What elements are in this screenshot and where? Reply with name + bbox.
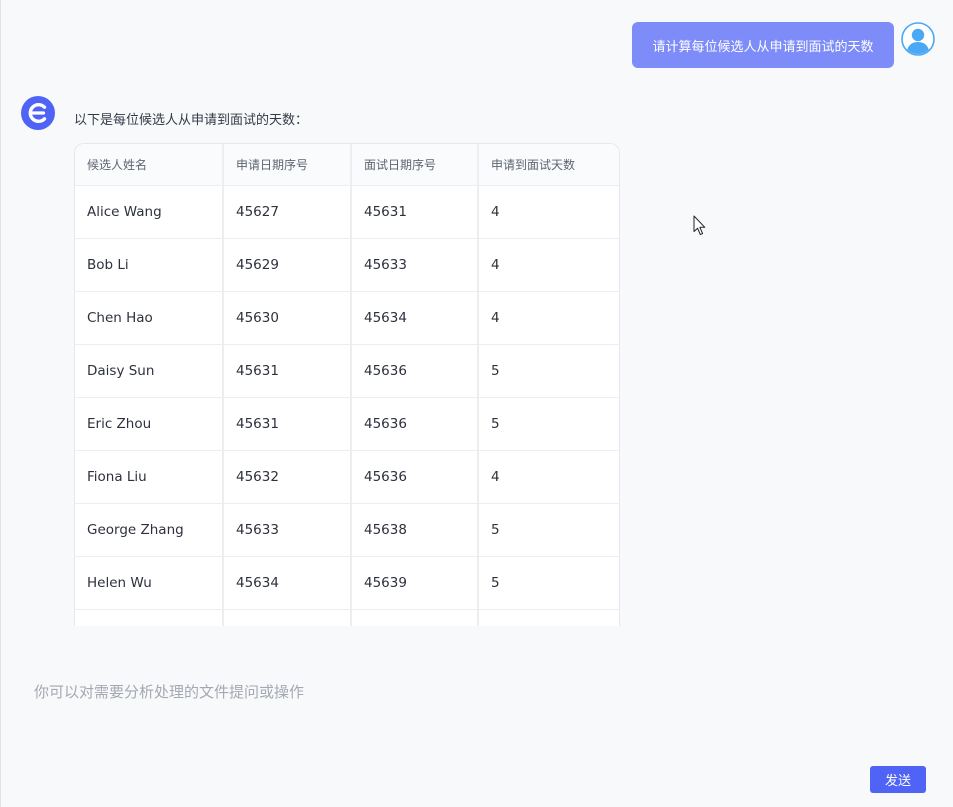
cell-application-date: 45627	[223, 185, 352, 239]
cell-days: 5	[478, 397, 619, 451]
cell-interview-date: 45636	[351, 450, 479, 504]
assistant-intro-text: 以下是每位候选人从申请到面试的天数：	[74, 113, 309, 128]
bot-logo-icon	[21, 96, 55, 130]
header-application-date: 申请日期序号	[223, 144, 352, 186]
cell-application-date: 45631	[223, 397, 352, 451]
cell-interview-date: 45636	[351, 344, 479, 398]
user-message-text: 请计算每位候选人从申请到面试的天数	[652, 39, 874, 55]
header-interview-date: 面试日期序号	[351, 144, 479, 186]
table-row	[75, 609, 619, 626]
cell-interview-date: 45638	[351, 503, 479, 557]
table-row: Chen Hao 45630 45634 4	[75, 291, 619, 345]
cell-application-date: 45632	[223, 450, 352, 504]
cell-application-date: 45629	[223, 238, 352, 292]
table-row: Helen Wu 45634 45639 5	[75, 556, 619, 610]
table-header-row: 候选人姓名 申请日期序号 面试日期序号 申请到面试天数	[75, 144, 619, 186]
cell-name: Fiona Liu	[75, 450, 224, 504]
cell-interview-date: 45631	[351, 185, 479, 239]
user-avatar-icon	[901, 22, 935, 56]
chat-input[interactable]	[34, 672, 914, 712]
cell-days: 4	[478, 291, 619, 345]
cell-application-date	[223, 609, 352, 626]
cell-name: Daisy Sun	[75, 344, 224, 398]
cell-name: Alice Wang	[75, 185, 224, 239]
cell-name: Chen Hao	[75, 291, 224, 345]
table-row: George Zhang 45633 45638 5	[75, 503, 619, 557]
table-row: Eric Zhou 45631 45636 5	[75, 397, 619, 451]
cell-application-date: 45633	[223, 503, 352, 557]
cell-name: Bob Li	[75, 238, 224, 292]
send-button[interactable]: 发送	[870, 766, 926, 793]
user-message-bubble: 请计算每位候选人从申请到面试的天数	[632, 22, 894, 68]
cell-days	[478, 609, 619, 626]
cell-interview-date: 45633	[351, 238, 479, 292]
cell-application-date: 45634	[223, 556, 352, 610]
result-table-container[interactable]: 候选人姓名 申请日期序号 面试日期序号 申请到面试天数 Alice Wang 4…	[74, 143, 620, 626]
cell-name: Eric Zhou	[75, 397, 224, 451]
cell-interview-date: 45634	[351, 291, 479, 345]
cell-days: 4	[478, 185, 619, 239]
table-row: Daisy Sun 45631 45636 5	[75, 344, 619, 398]
table-row: Fiona Liu 45632 45636 4	[75, 450, 619, 504]
cell-days: 5	[478, 503, 619, 557]
cell-application-date: 45631	[223, 344, 352, 398]
cell-days: 5	[478, 344, 619, 398]
cell-interview-date: 45636	[351, 397, 479, 451]
cell-interview-date	[351, 609, 479, 626]
cell-days: 5	[478, 556, 619, 610]
cell-name: Helen Wu	[75, 556, 224, 610]
cell-application-date: 45630	[223, 291, 352, 345]
table-row: Bob Li 45629 45633 4	[75, 238, 619, 292]
cell-interview-date: 45639	[351, 556, 479, 610]
cell-days: 4	[478, 238, 619, 292]
cell-name	[75, 609, 224, 626]
cell-name: George Zhang	[75, 503, 224, 557]
cell-days: 4	[478, 450, 619, 504]
header-candidate-name: 候选人姓名	[75, 144, 224, 186]
result-table: 候选人姓名 申请日期序号 面试日期序号 申请到面试天数 Alice Wang 4…	[75, 144, 619, 626]
table-row: Alice Wang 45627 45631 4	[75, 185, 619, 239]
header-days: 申请到面试天数	[478, 144, 619, 186]
mouse-pointer-icon	[693, 215, 707, 237]
